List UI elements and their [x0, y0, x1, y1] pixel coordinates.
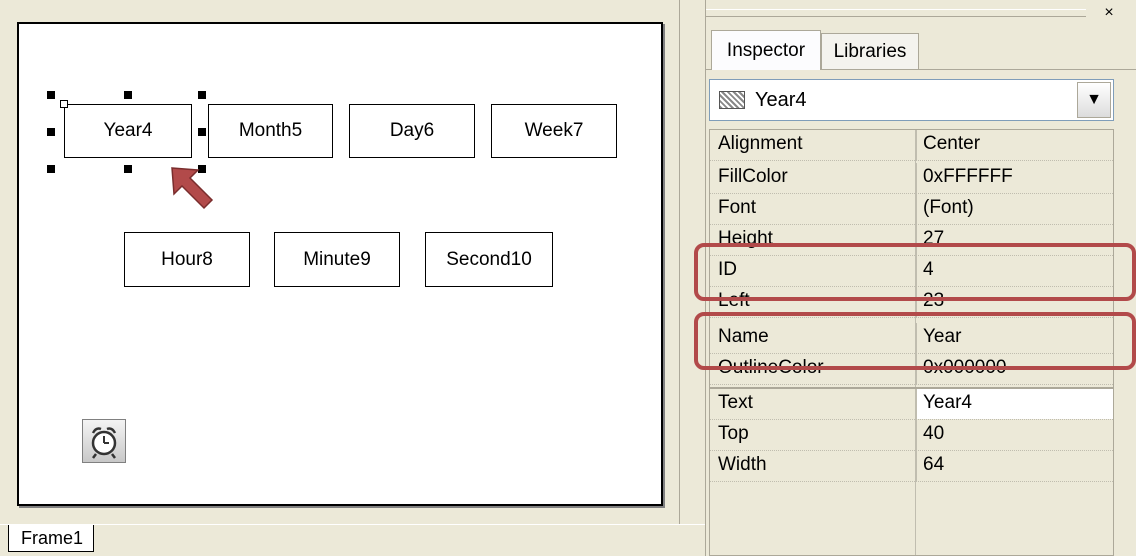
selection-handle-bottom-left[interactable] [47, 165, 55, 173]
alarm-clock-icon[interactable] [82, 419, 126, 463]
form-designer-frame[interactable]: Year4 Month5 Day6 Week7 Hour8 Minute9 Se… [17, 22, 663, 506]
selection-handle-top[interactable] [124, 91, 132, 99]
property-row-top[interactable]: Top 40 [710, 420, 1113, 451]
selected-object-name: Year4 [755, 88, 807, 111]
label-year[interactable]: Year4 [64, 104, 192, 158]
property-name: Width [718, 454, 767, 475]
selection-handle-right[interactable] [198, 128, 206, 136]
selection-handle-left[interactable] [47, 128, 55, 136]
chevron-down-icon[interactable]: ▼ [1077, 82, 1111, 118]
label-minute[interactable]: Minute9 [274, 232, 400, 287]
label-hour[interactable]: Hour8 [124, 232, 250, 287]
tab-libraries[interactable]: Libraries [821, 33, 919, 69]
property-name: Alignment [718, 133, 803, 154]
frame-tab-strip: Frame1 [0, 524, 705, 556]
property-row-font[interactable]: Font (Font) [710, 194, 1113, 225]
highlight-id-property [694, 243, 1136, 301]
property-value[interactable]: 64 [916, 451, 1113, 481]
property-value[interactable]: 40 [916, 420, 1113, 450]
label-month[interactable]: Month5 [208, 104, 333, 158]
property-value-editor[interactable]: Year4 [916, 389, 1113, 419]
property-name: Top [718, 423, 749, 444]
selection-handle-top-right[interactable] [198, 91, 206, 99]
property-name: Font [718, 197, 757, 218]
pointer-arrow-icon [171, 167, 214, 210]
selection-handle-top-left[interactable] [47, 91, 55, 99]
highlight-name-property [694, 312, 1136, 370]
property-row-alignment[interactable]: Alignment Center [710, 130, 1113, 161]
label-day[interactable]: Day6 [349, 104, 475, 158]
object-selector[interactable]: Year4 ▼ [709, 79, 1114, 121]
selection-handle-bottom[interactable] [124, 165, 132, 173]
property-row-fillcolor[interactable]: FillColor 0xFFFFFF [710, 163, 1113, 194]
label-second[interactable]: Second10 [425, 232, 553, 287]
property-name: FillColor [718, 166, 788, 187]
property-value[interactable]: (Font) [916, 194, 1113, 224]
label-object-icon [719, 91, 745, 109]
property-row-width[interactable]: Width 64 [710, 451, 1113, 482]
tab-inspector[interactable]: Inspector [711, 30, 821, 70]
property-value[interactable]: 0xFFFFFF [916, 163, 1113, 193]
label-week[interactable]: Week7 [491, 104, 617, 158]
property-value[interactable]: Center [916, 130, 1113, 160]
property-name: Text [718, 392, 753, 413]
close-icon[interactable]: × [1099, 3, 1119, 23]
anchor-handle[interactable] [60, 100, 68, 108]
tab-frame1[interactable]: Frame1 [8, 525, 95, 552]
design-canvas: Year4 Month5 Day6 Week7 Hour8 Minute9 Se… [0, 0, 680, 524]
property-row-text[interactable]: Text Year4 [710, 389, 1113, 420]
panel-grip[interactable] [706, 9, 1086, 17]
